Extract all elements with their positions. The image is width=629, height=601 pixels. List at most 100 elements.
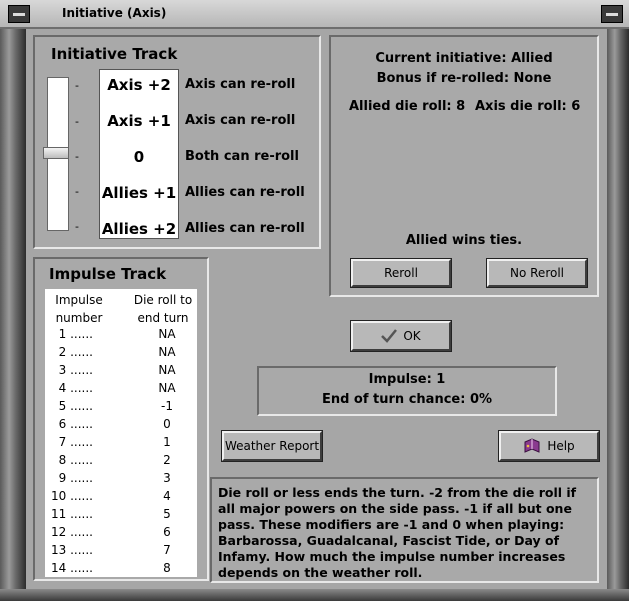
impulse-number: 8 ......: [58, 453, 93, 467]
dieroll-value: NA: [158, 363, 176, 377]
ok-label: OK: [403, 329, 421, 343]
header-line: Die roll to: [133, 293, 193, 307]
current-initiative-text: Current initiative: Allied: [375, 51, 553, 66]
impulse-row: 13 ...... 7: [45, 543, 197, 561]
impulse-row: 11 ...... 5: [45, 507, 197, 525]
initiative-status-panel: Current initiative: Allied Bonus if re-r…: [329, 35, 599, 297]
impulse-number: 2 ......: [58, 345, 93, 359]
weather-report-button[interactable]: Weather Report: [221, 430, 323, 462]
dieroll-value: 2: [163, 453, 171, 467]
impulse-row: 4 ...... NA: [45, 381, 197, 399]
slider-tick: -: [75, 115, 79, 128]
dieroll-value: NA: [158, 381, 176, 395]
end-chance-text: End of turn chance: 0%: [321, 392, 493, 407]
impulse-number: 5 ......: [58, 399, 93, 413]
ok-button[interactable]: OK: [350, 320, 452, 352]
impulse-number: 12 ......: [51, 525, 93, 539]
impulse-number: 11 ......: [51, 507, 93, 521]
level-value: Axis +2: [107, 76, 171, 94]
initiative-values-box: Axis +2 Axis +1 0 Allies +1 Allies +2: [99, 69, 179, 239]
level-description: Axis can re-roll: [185, 113, 296, 128]
impulse-row: 5 ...... -1: [45, 399, 197, 417]
bottom-frame: [0, 589, 629, 601]
impulse-number: 7 ......: [58, 435, 93, 449]
dieroll-value: 6: [163, 525, 171, 539]
left-frame: [0, 29, 26, 601]
allied-roll-text: Allied die roll: 8: [349, 99, 466, 114]
dieroll-value: 4: [163, 489, 171, 503]
dieroll-value: 8: [163, 561, 171, 575]
header-line: end turn: [137, 311, 189, 325]
rules-note-text: Die roll or less ends the turn. -2 from …: [218, 485, 577, 580]
impulse-column-header: Impulse number: [45, 291, 113, 327]
dialog-content: Initiative Track - - - - - Axis +2 Axis …: [26, 29, 607, 589]
level-description: Allies can re-roll: [185, 185, 305, 200]
impulse-number: 4 ......: [58, 381, 93, 395]
impulse-track-title: Impulse Track: [49, 265, 167, 283]
impulse-row: 3 ...... NA: [45, 363, 197, 381]
impulse-row: 8 ...... 2: [45, 453, 197, 471]
impulse-info-panel: Impulse: 1 End of turn chance: 0%: [257, 366, 557, 416]
header-line: number: [55, 311, 103, 325]
reroll-label: Reroll: [384, 266, 418, 280]
checkmark-icon: [381, 329, 398, 343]
system-menu-button[interactable]: [8, 5, 30, 23]
no-reroll-button[interactable]: No Reroll: [486, 258, 588, 288]
window-title: Initiative (Axis): [62, 6, 167, 20]
initiative-slider-thumb[interactable]: [43, 147, 69, 159]
help-book-icon: [524, 438, 540, 453]
help-button[interactable]: Help: [498, 430, 600, 462]
impulse-row: 7 ...... 1: [45, 435, 197, 453]
menu-bar-icon: [13, 13, 25, 16]
slider-tick: -: [75, 79, 79, 92]
level-description: Axis can re-roll: [185, 77, 296, 92]
initiative-track-title: Initiative Track: [51, 45, 178, 63]
impulse-text: Impulse: 1: [368, 372, 446, 387]
impulse-track-panel: Impulse Track Impulse number Die roll to…: [33, 257, 209, 581]
level-value: Allies +2: [101, 220, 177, 238]
header-line: Impulse: [55, 293, 103, 307]
help-label: Help: [547, 439, 575, 453]
impulse-row: 10 ...... 4: [45, 489, 197, 507]
weather-report-label: Weather Report: [224, 439, 320, 453]
dieroll-value: 0: [163, 417, 171, 431]
impulse-number: 9 ......: [58, 471, 93, 485]
ties-text: Allied wins ties.: [405, 233, 523, 248]
impulse-row: 9 ...... 3: [45, 471, 197, 489]
minimize-button[interactable]: [601, 5, 623, 23]
right-frame: [607, 29, 629, 601]
no-reroll-label: No Reroll: [510, 266, 564, 280]
dieroll-value: 5: [163, 507, 171, 521]
slider-tick: -: [75, 185, 79, 198]
impulse-row: 12 ...... 6: [45, 525, 197, 543]
dieroll-column-header: Die roll to end turn: [113, 291, 213, 327]
initiative-track-panel: Initiative Track - - - - - Axis +2 Axis …: [33, 35, 321, 249]
impulse-row: 6 ...... 0: [45, 417, 197, 435]
impulse-number: 6 ......: [58, 417, 93, 431]
slider-tick: -: [75, 150, 79, 163]
impulse-number: 1 ......: [58, 327, 93, 341]
rules-note-panel: Die roll or less ends the turn. -2 from …: [210, 477, 599, 583]
impulse-table: Impulse number Die roll to end turn 1 ..…: [45, 289, 197, 577]
reroll-button[interactable]: Reroll: [350, 258, 452, 288]
minimize-icon: [606, 13, 618, 16]
dieroll-value: NA: [158, 345, 176, 359]
level-value: 0: [133, 148, 145, 166]
impulse-row: 14 ...... 8: [45, 561, 197, 579]
bonus-text: Bonus if re-rolled: None: [376, 71, 552, 86]
impulse-row: 2 ...... NA: [45, 345, 197, 363]
impulse-number: 13 ......: [51, 543, 93, 557]
axis-roll-text: Axis die roll: 6: [475, 99, 581, 114]
level-description: Allies can re-roll: [185, 221, 305, 236]
level-description: Both can re-roll: [185, 149, 299, 164]
title-bar: Initiative (Axis): [0, 0, 629, 29]
dieroll-value: 3: [163, 471, 171, 485]
initiative-window: Initiative (Axis) Initiative Track - - -…: [0, 0, 629, 601]
level-value: Allies +1: [101, 184, 177, 202]
impulse-number: 10 ......: [51, 489, 93, 503]
impulse-number: 14 ......: [51, 561, 93, 575]
level-value: Axis +1: [107, 112, 171, 130]
impulse-row: 1 ...... NA: [45, 327, 197, 345]
dieroll-value: NA: [158, 327, 176, 341]
slider-tick: -: [75, 220, 79, 233]
